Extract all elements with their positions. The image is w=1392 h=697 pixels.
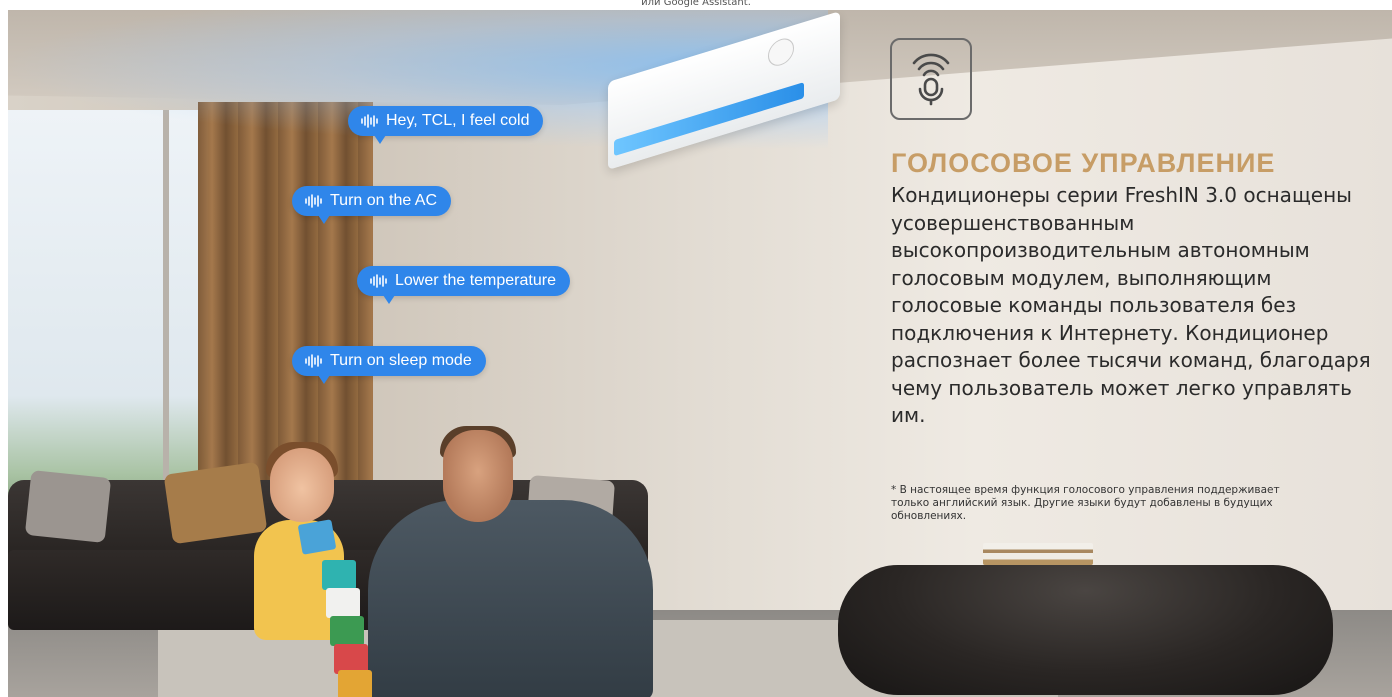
toy-block xyxy=(326,588,360,618)
voice-command-bubble: Lower the temperature xyxy=(357,266,570,304)
microphone-wifi-icon xyxy=(890,38,972,120)
sound-wave-icon xyxy=(304,194,324,208)
ottoman xyxy=(838,565,1333,695)
voice-command-bubble: Turn on sleep mode xyxy=(292,346,486,384)
bubble-label: Turn on sleep mode xyxy=(330,352,472,369)
feature-footnote: * В настоящее время функция голосового у… xyxy=(891,484,1280,522)
pillow xyxy=(163,461,268,545)
bubble-label: Hey, TCL, I feel cold xyxy=(386,112,530,129)
bubble-label: Turn on the AC xyxy=(330,192,438,209)
toy-block xyxy=(338,670,372,697)
sound-wave-icon xyxy=(369,274,389,288)
voice-command-bubble: Turn on the AC xyxy=(292,186,452,224)
bubble-label: Lower the temperature xyxy=(395,272,556,289)
books xyxy=(983,543,1093,565)
child-head xyxy=(270,448,334,522)
toy-block xyxy=(297,519,337,555)
man-head xyxy=(443,430,513,522)
pillow xyxy=(24,469,112,544)
sound-wave-icon xyxy=(360,114,380,128)
top-caption: или Google Assistant. xyxy=(641,0,751,8)
toy-block xyxy=(330,616,364,646)
air-conditioner-unit xyxy=(608,10,846,180)
man-figure xyxy=(368,500,653,697)
feature-description: Кондиционеры серии FreshIN 3.0 оснащены … xyxy=(891,183,1371,427)
toy-block xyxy=(322,560,356,590)
sound-wave-icon xyxy=(304,354,324,368)
feature-heading: ГОЛОСОВОЕ УПРАВЛЕНИЕ xyxy=(891,148,1276,178)
voice-command-bubble: Hey, TCL, I feel cold xyxy=(348,106,544,144)
